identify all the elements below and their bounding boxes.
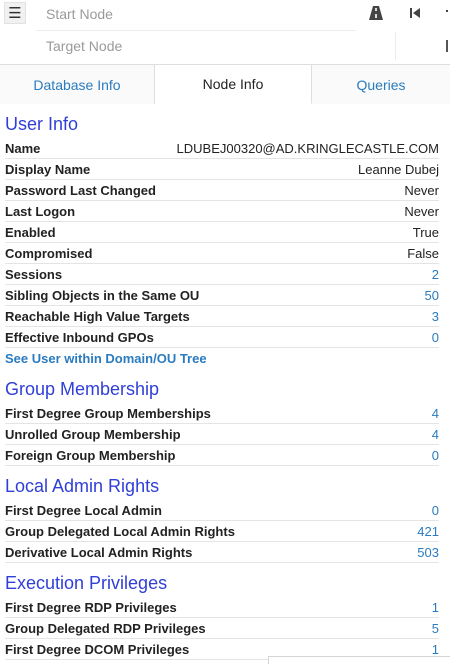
tab-queries[interactable]: Queries [312, 65, 450, 104]
row-key: Last Logon [5, 203, 76, 219]
row-key: Group Delegated Local Admin Rights [5, 523, 235, 539]
table-row: Last Logon Never [5, 201, 439, 222]
table-row: Sessions 2 [5, 264, 439, 285]
table-row: Display Name Leanne Dubej [5, 159, 439, 180]
menu-icon: ☰ [8, 4, 22, 22]
table-row: Effective Inbound GPOs 0 [5, 327, 439, 348]
pathfinding-button[interactable] [365, 2, 387, 24]
table-row: Password Last Changed Never [5, 180, 439, 201]
local-admin-title: Local Admin Rights [5, 476, 160, 496]
table-row: Derivative Local Admin Rights 503 [5, 542, 439, 563]
row-value: False [407, 245, 439, 261]
table-row: First Degree RDP Privileges 1 [5, 597, 439, 618]
group-delegated-admin-link[interactable]: 421 [417, 524, 439, 539]
row-key: Sibling Objects in the Same OU [5, 287, 200, 303]
tab-database-info[interactable]: Database Info [0, 65, 155, 104]
table-row: Name LDUBEJ00320@AD.KRINGLECASTLE.COM [5, 138, 439, 159]
first-degree-groups-link[interactable]: 4 [432, 406, 439, 421]
sibling-objects-link[interactable]: 50 [425, 288, 439, 303]
node-info-panel: User Info Name LDUBEJ00320@AD.KRINGLECAS… [0, 104, 450, 664]
group-membership-title: Group Membership [5, 379, 160, 399]
foreign-groups-link[interactable]: 0 [432, 448, 439, 463]
row-key: Display Name [5, 161, 91, 177]
more-icon [446, 10, 448, 12]
row-key: Name [5, 140, 41, 156]
row-key: Unrolled Group Membership [5, 426, 181, 442]
first-degree-admin-link[interactable]: 0 [432, 503, 439, 518]
bottom-overlay-box [268, 656, 450, 664]
row-key: First Degree Local Admin [5, 502, 162, 518]
table-row: Sibling Objects in the Same OU 50 [5, 285, 439, 306]
row-key: Effective Inbound GPOs [5, 329, 154, 345]
table-row: Reachable High Value Targets 3 [5, 306, 439, 327]
table-row: Unrolled Group Membership 4 [5, 424, 439, 445]
row-key: Sessions [5, 266, 63, 282]
row-key: Group Delegated RDP Privileges [5, 620, 206, 636]
row-value: LDUBEJ00320@AD.KRINGLECASTLE.COM [176, 140, 439, 156]
input-divider [36, 30, 356, 31]
search-panel: ☰ [0, 0, 450, 64]
group-delegated-rdp-link[interactable]: 5 [432, 621, 439, 636]
row-key: First Degree DCOM Privileges [5, 641, 190, 657]
row-value: Never [404, 203, 439, 219]
menu-button[interactable]: ☰ [4, 2, 26, 24]
table-row: Enabled True [5, 222, 439, 243]
row-value: True [412, 224, 439, 240]
more-button[interactable] [440, 2, 450, 24]
row-key: Foreign Group Membership [5, 447, 176, 463]
first-degree-dcom-link[interactable]: 1 [432, 642, 439, 657]
tab-node-info[interactable]: Node Info [155, 65, 312, 104]
table-row: Foreign Group Membership 0 [5, 445, 439, 466]
execution-privileges-title: Execution Privileges [5, 573, 168, 593]
sessions-count-link[interactable]: 2 [432, 267, 439, 282]
row-key: Compromised [5, 245, 93, 261]
road-icon [369, 6, 383, 20]
reachable-hvt-link[interactable]: 3 [432, 309, 439, 324]
unrolled-groups-link[interactable]: 4 [432, 427, 439, 442]
target-node-input[interactable] [36, 32, 396, 60]
target-caret [446, 40, 448, 52]
table-row: Group Delegated RDP Privileges 5 [5, 618, 439, 639]
row-key: Enabled [5, 224, 56, 240]
see-user-in-tree-link[interactable]: See User within Domain/OU Tree [5, 351, 207, 366]
row-key: First Degree Group Memberships [5, 405, 211, 421]
table-row: First Degree Group Memberships 4 [5, 403, 439, 424]
derivative-admin-link[interactable]: 503 [417, 545, 439, 560]
row-value: Never [404, 182, 439, 198]
table-row: First Degree Local Admin 0 [5, 500, 439, 521]
table-row: Compromised False [5, 243, 439, 264]
first-degree-rdp-link[interactable]: 1 [432, 600, 439, 615]
row-value: Leanne Dubej [358, 161, 439, 177]
row-key: Reachable High Value Targets [5, 308, 190, 324]
row-key: Derivative Local Admin Rights [5, 544, 193, 560]
step-back-icon [410, 8, 420, 18]
row-key: Password Last Changed [5, 182, 156, 198]
inbound-gpos-link[interactable]: 0 [432, 330, 439, 345]
table-row: Group Delegated Local Admin Rights 421 [5, 521, 439, 542]
info-tabs: Database Info Node Info Queries [0, 64, 450, 104]
start-node-input[interactable] [36, 0, 356, 28]
row-key: First Degree RDP Privileges [5, 599, 177, 615]
back-button[interactable] [404, 2, 426, 24]
user-info-title: User Info [5, 114, 79, 134]
